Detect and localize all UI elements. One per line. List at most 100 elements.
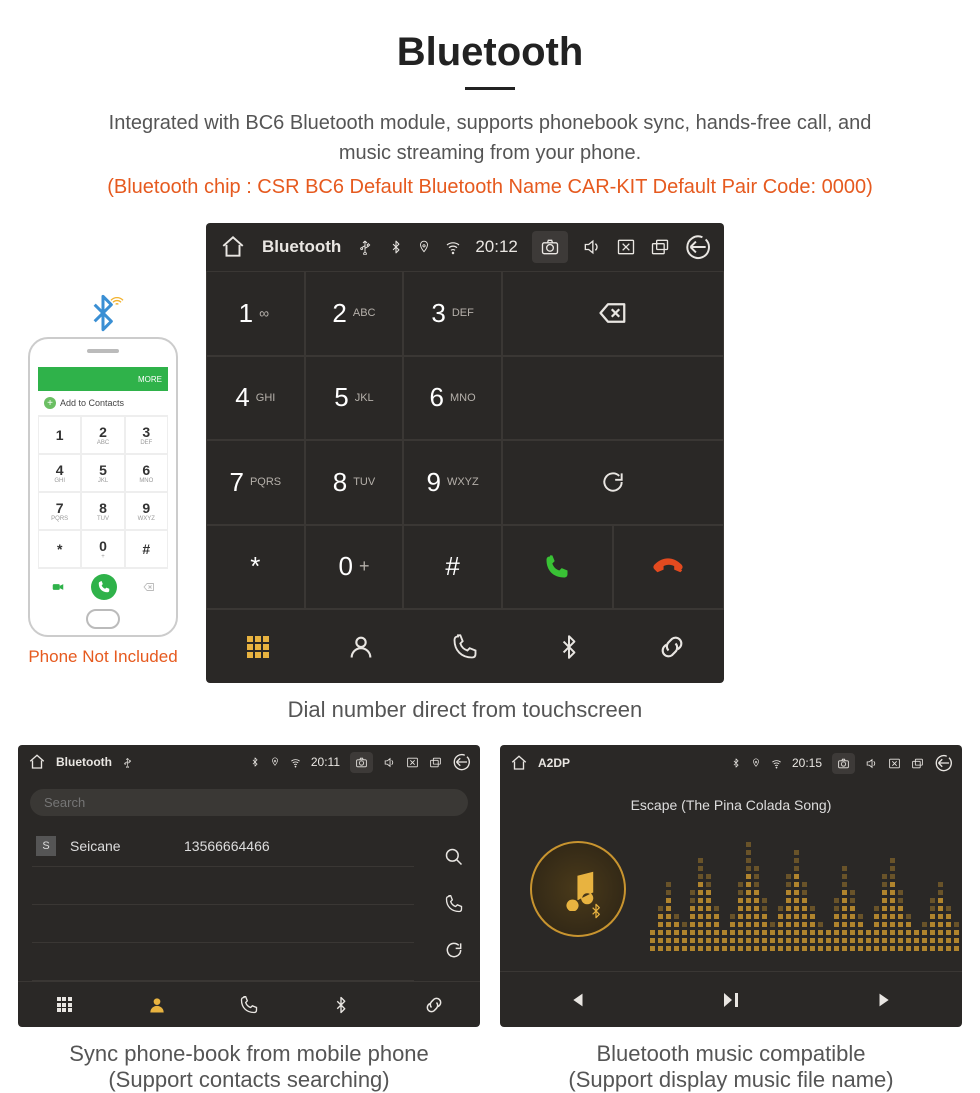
add-to-contacts-row: +Add to Contacts (38, 391, 168, 416)
equalizer (650, 841, 942, 951)
keypad-key-6[interactable]: 6MNO (403, 356, 502, 441)
close-app-icon[interactable] (616, 237, 636, 257)
back-icon[interactable] (452, 753, 470, 771)
usb-icon (357, 239, 373, 255)
phone-key: 3DEF (125, 416, 168, 454)
tab-contacts[interactable] (110, 982, 202, 1027)
close-app-icon[interactable] (888, 757, 901, 770)
back-icon[interactable] (934, 754, 952, 772)
keypad-key-5[interactable]: 5JKL (305, 356, 404, 441)
contact-number: 13566664466 (184, 838, 270, 854)
home-icon[interactable] (28, 753, 46, 771)
search-action-icon[interactable] (444, 847, 464, 867)
screenshot-icon[interactable] (532, 231, 568, 263)
phone-key: 2ABC (81, 416, 124, 454)
status-bar: Bluetooth 20:12 (206, 223, 724, 271)
clock: 20:11 (311, 755, 340, 769)
phone-key: 7PQRS (38, 492, 81, 530)
back-icon[interactable] (684, 234, 710, 260)
phone-key: 4GHI (38, 454, 81, 492)
tab-pair[interactable] (388, 982, 480, 1027)
volume-icon[interactable] (865, 757, 878, 770)
phone-key: 0+ (81, 530, 124, 568)
keypad-key-1[interactable]: 1∞ (206, 271, 305, 356)
home-icon[interactable] (220, 234, 246, 260)
tab-pair[interactable] (620, 610, 724, 683)
album-art (530, 841, 626, 937)
recent-apps-icon[interactable] (911, 757, 924, 770)
volume-icon[interactable] (383, 756, 396, 769)
prev-track-button[interactable] (566, 989, 588, 1011)
recent-apps-icon[interactable] (429, 756, 442, 769)
dialer-caption: Dial number direct from touchscreen (206, 697, 724, 723)
bluetooth-icon (731, 758, 741, 768)
empty-cell (502, 356, 724, 441)
tab-bluetooth[interactable] (517, 610, 621, 683)
call-action-icon[interactable] (444, 894, 464, 914)
tab-bluetooth[interactable] (295, 982, 387, 1027)
call-button (91, 574, 117, 600)
wifi-icon (771, 758, 782, 769)
play-pause-button[interactable] (719, 988, 743, 1012)
keypad-key-4[interactable]: 4GHI (206, 356, 305, 441)
next-track-button[interactable] (874, 989, 896, 1011)
tab-recent-calls[interactable] (413, 610, 517, 683)
home-icon[interactable] (510, 754, 528, 772)
phone-key: 8TUV (81, 492, 124, 530)
keypad-key-*[interactable]: * (206, 525, 305, 610)
status-bar: A2DP 20:15 (500, 745, 962, 781)
backspace-button[interactable] (502, 271, 724, 356)
contact-row[interactable]: S Seicane 13566664466 (32, 826, 414, 867)
tab-recent-calls[interactable] (203, 982, 295, 1027)
page-title: Bluetooth (0, 30, 980, 75)
avatar: S (36, 836, 56, 856)
keypad-key-2[interactable]: 2ABC (305, 271, 404, 356)
screenshot-icon[interactable] (350, 752, 373, 773)
delete-icon (143, 580, 155, 594)
location-icon (417, 240, 431, 254)
phone-key: 9WXYZ (125, 492, 168, 530)
keypad-key-#[interactable]: # (403, 525, 502, 610)
song-title: Escape (The Pina Colada Song) (500, 797, 962, 813)
keypad-key-3[interactable]: 3DEF (403, 271, 502, 356)
hangup-button[interactable] (613, 525, 724, 610)
tab-dialpad[interactable] (18, 982, 110, 1027)
page-subtitle: Integrated with BC6 Bluetooth module, su… (80, 108, 900, 168)
search-input[interactable] (30, 789, 468, 816)
volume-icon[interactable] (582, 237, 602, 257)
sync-action-icon[interactable] (444, 940, 464, 960)
phone-key: 6MNO (125, 454, 168, 492)
keypad-key-7[interactable]: 7PQRS (206, 440, 305, 525)
keypad-key-8[interactable]: 8TUV (305, 440, 404, 525)
contact-name: Seicane (70, 838, 170, 854)
music-panel: A2DP 20:15 Escape (The Pina Colada Song) (500, 745, 962, 1027)
call-button[interactable] (502, 525, 613, 610)
screenshot-icon[interactable] (832, 753, 855, 774)
keypad-key-9[interactable]: 9WXYZ (403, 440, 502, 525)
contacts-caption: Sync phone-book from mobile phone (Suppo… (18, 1041, 480, 1093)
wifi-icon (290, 757, 301, 768)
bluetooth-icon (389, 240, 403, 254)
keypad-key-0[interactable]: 0+ (305, 525, 404, 610)
contact-row (32, 867, 414, 905)
close-app-icon[interactable] (406, 756, 419, 769)
redial-button[interactable] (502, 440, 724, 525)
phone-key: 1 (38, 416, 81, 454)
tab-contacts[interactable] (310, 610, 414, 683)
app-title: A2DP (538, 756, 570, 770)
spec-line: (Bluetooth chip : CSR BC6 Default Blueto… (0, 176, 980, 199)
phone-key: 5JKL (81, 454, 124, 492)
dialpad-icon (247, 636, 269, 658)
location-icon (751, 758, 761, 768)
contact-row (32, 943, 414, 981)
phone-caption: Phone Not Included (18, 647, 188, 667)
status-bar: Bluetooth 20:11 (18, 745, 480, 779)
tab-dialpad[interactable] (206, 610, 310, 683)
recent-apps-icon[interactable] (650, 237, 670, 257)
video-icon (51, 580, 65, 594)
wifi-icon (445, 239, 461, 255)
app-title: Bluetooth (56, 755, 112, 769)
clock: 20:12 (475, 237, 518, 257)
bluetooth-signal-icon (83, 293, 123, 333)
phone-key: # (125, 530, 168, 568)
